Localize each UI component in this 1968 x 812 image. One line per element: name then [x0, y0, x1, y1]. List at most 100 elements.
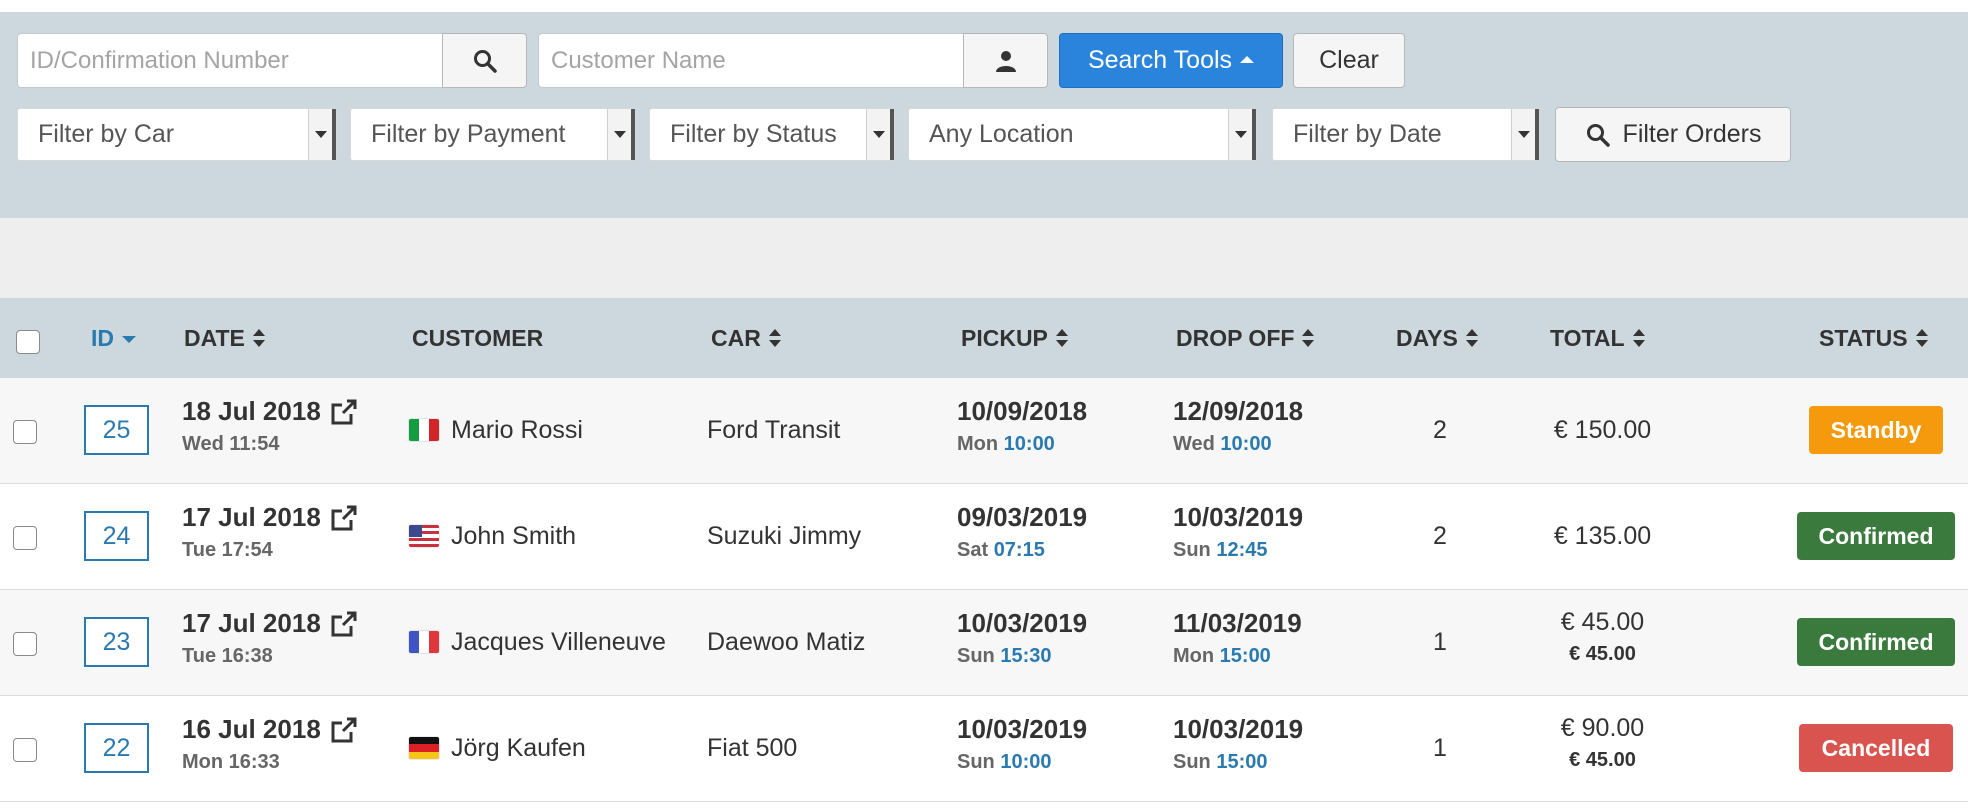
clear-label: Clear — [1319, 46, 1379, 74]
sort-icon — [252, 328, 265, 348]
search-toolbar: Search Tools Clear Filter by Car Filter … — [0, 12, 1968, 218]
order-date-cell: 16 Jul 2018 Mon 16:33 — [182, 714, 359, 774]
search-icon — [473, 49, 497, 73]
order-id-link[interactable]: 23 — [84, 617, 149, 667]
dropoff-time: Mon 15:00 — [1173, 645, 1271, 667]
order-date: 17 Jul 2018 — [182, 502, 321, 532]
sort-icon — [1055, 328, 1068, 348]
row-checkbox[interactable] — [13, 632, 37, 656]
dropdown-arrow-icon — [607, 109, 635, 160]
order-id-link[interactable]: 24 — [84, 511, 149, 561]
column-header-label: CAR — [711, 325, 761, 351]
germany-flag-icon — [409, 737, 439, 759]
total-value: € 90.00 — [1560, 714, 1645, 742]
external-link-icon[interactable] — [329, 715, 359, 745]
spacer-band — [0, 218, 1968, 298]
column-header-customer: CUSTOMER — [412, 298, 543, 378]
filter-orders-label: Filter Orders — [1622, 120, 1762, 148]
column-header-label: STATUS — [1819, 325, 1908, 351]
filter-payment-label: Filter by Payment — [371, 120, 566, 148]
column-header-pickup[interactable]: PICKUP — [961, 298, 1068, 378]
row-checkbox[interactable] — [13, 420, 37, 444]
customer-name-input[interactable] — [538, 33, 963, 88]
order-date: 18 Jul 2018 — [182, 396, 321, 426]
table-row[interactable]: 22 16 Jul 2018 Mon 16:33 Jörg Kaufen Fia… — [0, 696, 1968, 802]
sort-icon — [1915, 328, 1928, 348]
filter-orders-button[interactable]: Filter Orders — [1555, 107, 1791, 162]
customer-flag — [409, 525, 439, 547]
total-value: € 150.00 — [1553, 416, 1652, 444]
pickup-cell: 09/03/2019 Sat 07:15 — [957, 502, 1087, 562]
pickup-date: 10/09/2018 — [957, 396, 1088, 426]
filter-location-select[interactable]: Any Location — [908, 108, 1257, 161]
dropdown-arrow-icon — [308, 109, 336, 160]
filter-payment-select[interactable]: Filter by Payment — [350, 108, 636, 161]
order-date-cell: 18 Jul 2018 Wed 11:54 — [182, 396, 359, 456]
total-cell: € 135.00 — [1540, 522, 1665, 557]
filter-status-select[interactable]: Filter by Status — [649, 108, 895, 161]
clear-button[interactable]: Clear — [1293, 33, 1405, 88]
pickup-date: 10/03/2019 — [957, 608, 1088, 638]
filter-date-label: Filter by Date — [1293, 120, 1442, 148]
external-link-icon[interactable] — [329, 609, 359, 639]
column-header-car[interactable]: CAR — [711, 298, 781, 378]
dropoff-cell: 11/03/2019 Mon 15:00 — [1173, 608, 1302, 668]
dropoff-time: Wed 10:00 — [1173, 433, 1272, 455]
days-value: 2 — [1433, 522, 1447, 550]
customer-name[interactable]: Mario Rossi — [451, 416, 583, 445]
total-value: € 135.00 — [1553, 522, 1652, 550]
pickup-cell: 10/03/2019 Sun 15:30 — [957, 608, 1087, 668]
pickup-time: Sat 07:15 — [957, 539, 1045, 561]
external-link-icon[interactable] — [329, 503, 359, 533]
external-link-icon[interactable] — [329, 397, 359, 427]
id-search-input[interactable] — [17, 33, 442, 88]
column-header-label: DROP OFF — [1176, 325, 1295, 351]
column-header-date[interactable]: DATE — [184, 298, 265, 378]
select-all-checkbox[interactable] — [16, 330, 40, 354]
column-header-days[interactable]: DAYS — [1396, 298, 1478, 378]
customer-name[interactable]: John Smith — [451, 522, 576, 551]
days-value: 1 — [1433, 734, 1447, 762]
car-name: Fiat 500 — [707, 734, 798, 762]
filter-date-select[interactable]: Filter by Date — [1272, 108, 1540, 161]
total-cell: € 150.00 — [1540, 416, 1665, 451]
total-cell: € 90.00 € 45.00 — [1540, 714, 1665, 772]
usa-flag-icon — [409, 525, 439, 547]
total-sub-value: € 45.00 — [1569, 643, 1636, 665]
table-row[interactable]: 25 18 Jul 2018 Wed 11:54 Mario Rossi For… — [0, 378, 1968, 484]
dropoff-date: 10/03/2019 — [1173, 502, 1304, 532]
days-value: 2 — [1433, 416, 1447, 444]
search-tools-button[interactable]: Search Tools — [1059, 33, 1283, 88]
table-row[interactable]: 23 17 Jul 2018 Tue 16:38 Jacques Villene… — [0, 590, 1968, 696]
france-flag-icon — [409, 631, 439, 653]
table-row[interactable]: 24 17 Jul 2018 Tue 17:54 John Smith Suzu… — [0, 484, 1968, 590]
row-checkbox[interactable] — [13, 526, 37, 550]
column-header-label: DAYS — [1396, 325, 1458, 351]
order-id-link[interactable]: 25 — [84, 405, 149, 455]
column-header-status[interactable]: STATUS — [1819, 298, 1928, 378]
column-header-total[interactable]: TOTAL — [1550, 298, 1645, 378]
column-header-dropoff[interactable]: DROP OFF — [1176, 298, 1315, 378]
dropdown-arrow-icon — [866, 109, 894, 160]
customer-name[interactable]: Jörg Kaufen — [451, 734, 586, 763]
order-id-link[interactable]: 22 — [84, 723, 149, 773]
pickup-date: 10/03/2019 — [957, 714, 1088, 744]
dropdown-arrow-icon — [1228, 109, 1256, 160]
caret-up-icon — [1240, 56, 1255, 63]
status-badge: Cancelled — [1799, 724, 1953, 772]
italy-flag-icon — [409, 419, 439, 441]
column-header-id[interactable]: ID — [91, 298, 136, 378]
total-sub-value: € 45.00 — [1569, 749, 1636, 771]
row-checkbox[interactable] — [13, 738, 37, 762]
customer-search-button[interactable] — [963, 33, 1048, 88]
table-header: ID DATE CUSTOMER CAR PICKUP DROP OFF DAY… — [0, 298, 1968, 378]
order-date: 16 Jul 2018 — [182, 714, 321, 744]
dropoff-cell: 10/03/2019 Sun 15:00 — [1173, 714, 1303, 774]
sort-desc-icon — [122, 336, 136, 344]
customer-name[interactable]: Jacques Villeneuve — [451, 628, 666, 657]
filter-status-label: Filter by Status — [670, 120, 837, 148]
order-time: Tue 16:38 — [182, 645, 273, 667]
id-search-button[interactable] — [442, 33, 527, 88]
filter-car-select[interactable]: Filter by Car — [17, 108, 337, 161]
user-icon — [995, 50, 1016, 72]
